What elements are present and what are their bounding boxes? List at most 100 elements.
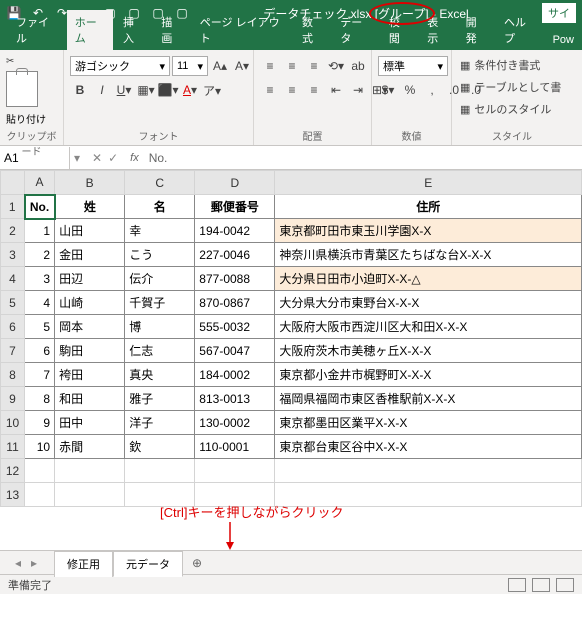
row-header-5[interactable]: 5 [1, 291, 25, 315]
row-header-13[interactable]: 13 [1, 483, 25, 507]
row-header-1[interactable]: 1 [1, 195, 25, 219]
ribbon-tab-10[interactable]: ヘルプ [496, 10, 543, 50]
cell[interactable]: 110-0001 [195, 435, 275, 459]
indent-dec-icon[interactable]: ⇤ [326, 80, 346, 100]
sheet-tab-元データ[interactable]: 元データ [113, 551, 183, 577]
ribbon-tab-1[interactable]: ホーム [67, 10, 113, 50]
col-header-A[interactable]: A [25, 171, 55, 195]
fx-icon[interactable]: fx [126, 152, 143, 164]
col-header-D[interactable]: D [195, 171, 275, 195]
cell[interactable]: 大分県大分市東野台X-X-X [275, 291, 582, 315]
cell[interactable]: 岡本 [55, 315, 125, 339]
sheet-scroll-left-icon[interactable]: ◂ [10, 555, 26, 571]
wrap-text-button[interactable]: ab [348, 56, 368, 76]
worksheet[interactable]: ABCDE1No.姓名郵便番号住所21山田幸194-0042東京都町田市東玉川学… [0, 170, 582, 550]
align-center-icon[interactable]: ≡ [282, 80, 302, 100]
ribbon-tab-11[interactable]: Pow [545, 30, 582, 50]
enter-icon[interactable]: ✓ [108, 151, 118, 165]
cell[interactable]: 東京都墨田区業平X-X-X [275, 411, 582, 435]
header-cell[interactable]: 住所 [275, 195, 582, 219]
signin-button[interactable]: サイ [542, 3, 576, 23]
cell[interactable]: 神奈川県横浜市青葉区たちばな台X-X-X [275, 243, 582, 267]
cell[interactable]: 洋子 [125, 411, 195, 435]
cell[interactable]: 伝介 [125, 267, 195, 291]
align-left-icon[interactable]: ≡ [260, 80, 280, 100]
align-bottom-icon[interactable]: ≡ [304, 56, 324, 76]
cell[interactable]: 博 [125, 315, 195, 339]
cell[interactable]: 10 [25, 435, 55, 459]
paste-icon[interactable] [6, 71, 38, 107]
cell[interactable]: 130-0002 [195, 411, 275, 435]
cell[interactable]: 3 [25, 267, 55, 291]
currency-icon[interactable]: $▾ [378, 80, 398, 100]
row-header-4[interactable]: 4 [1, 267, 25, 291]
cell[interactable]: 5 [25, 315, 55, 339]
col-header-B[interactable]: B [55, 171, 125, 195]
cell[interactable]: 駒田 [55, 339, 125, 363]
select-all-cell[interactable] [1, 171, 25, 195]
row-header-8[interactable]: 8 [1, 363, 25, 387]
header-cell[interactable]: 姓 [55, 195, 125, 219]
cell[interactable] [25, 459, 55, 483]
row-header-3[interactable]: 3 [1, 243, 25, 267]
cell[interactable]: 田辺 [55, 267, 125, 291]
cell[interactable]: 7 [25, 363, 55, 387]
cell[interactable]: 877-0088 [195, 267, 275, 291]
cell[interactable]: 194-0042 [195, 219, 275, 243]
row-header-11[interactable]: 11 [1, 435, 25, 459]
row-header-10[interactable]: 10 [1, 411, 25, 435]
cell[interactable]: 870-0867 [195, 291, 275, 315]
cell[interactable]: 山崎 [55, 291, 125, 315]
row-header-12[interactable]: 12 [1, 459, 25, 483]
italic-button[interactable]: I [92, 80, 112, 100]
format-table-button[interactable]: ▦テーブルとして書 [458, 78, 563, 96]
sheet-scroll-right-icon[interactable]: ▸ [26, 555, 42, 571]
bold-button[interactable]: B [70, 80, 90, 100]
cell[interactable]: 仁志 [125, 339, 195, 363]
align-middle-icon[interactable]: ≡ [282, 56, 302, 76]
cancel-icon[interactable]: ✕ [92, 151, 102, 165]
cell[interactable]: 山田 [55, 219, 125, 243]
indent-inc-icon[interactable]: ⇥ [348, 80, 368, 100]
font-name-combo[interactable]: 游ゴシック▾ [70, 56, 170, 76]
cell[interactable]: こう [125, 243, 195, 267]
cell-styles-button[interactable]: ▦セルのスタイル [458, 100, 553, 118]
page-layout-view-icon[interactable] [532, 578, 550, 592]
increase-font-icon[interactable]: A▴ [210, 56, 230, 76]
ribbon-tab-0[interactable]: ファイル [8, 10, 65, 50]
cell[interactable]: 袴田 [55, 363, 125, 387]
cell[interactable]: 9 [25, 411, 55, 435]
ribbon-tab-9[interactable]: 開発 [458, 10, 494, 50]
cell[interactable]: 184-0002 [195, 363, 275, 387]
number-format-combo[interactable]: 標準▾ [378, 56, 448, 76]
fill-color-button[interactable]: ⬛▾ [158, 80, 178, 100]
cell[interactable]: 赤間 [55, 435, 125, 459]
ribbon-tab-4[interactable]: ページ レイアウト [192, 10, 292, 50]
formula-input[interactable]: No. [143, 151, 582, 165]
cell[interactable] [25, 483, 55, 507]
align-right-icon[interactable]: ≡ [304, 80, 324, 100]
row-header-9[interactable]: 9 [1, 387, 25, 411]
border-button[interactable]: ▦▾ [136, 80, 156, 100]
align-top-icon[interactable]: ≡ [260, 56, 280, 76]
cell[interactable]: 福岡県福岡市東区香椎駅前X-X-X [275, 387, 582, 411]
ribbon-tab-3[interactable]: 描画 [153, 10, 189, 50]
new-sheet-button[interactable]: ⊕ [187, 553, 207, 573]
col-header-E[interactable]: E [275, 171, 582, 195]
cell[interactable]: 幸 [125, 219, 195, 243]
cell[interactable]: 東京都小金井市梶野町X-X-X [275, 363, 582, 387]
header-cell[interactable]: 郵便番号 [195, 195, 275, 219]
comma-icon[interactable]: , [422, 80, 442, 100]
orientation-icon[interactable]: ⟲▾ [326, 56, 346, 76]
col-header-C[interactable]: C [125, 171, 195, 195]
sheet-tab-修正用[interactable]: 修正用 [54, 551, 113, 577]
phonetic-button[interactable]: ア▾ [202, 80, 222, 100]
cell[interactable]: 大阪府茨木市美穂ヶ丘X-X-X [275, 339, 582, 363]
page-break-view-icon[interactable] [556, 578, 574, 592]
cell[interactable] [275, 459, 582, 483]
cell[interactable]: 227-0046 [195, 243, 275, 267]
underline-button[interactable]: U▾ [114, 80, 134, 100]
font-color-button[interactable]: A▾ [180, 80, 200, 100]
cell[interactable]: 田中 [55, 411, 125, 435]
cell[interactable]: 和田 [55, 387, 125, 411]
